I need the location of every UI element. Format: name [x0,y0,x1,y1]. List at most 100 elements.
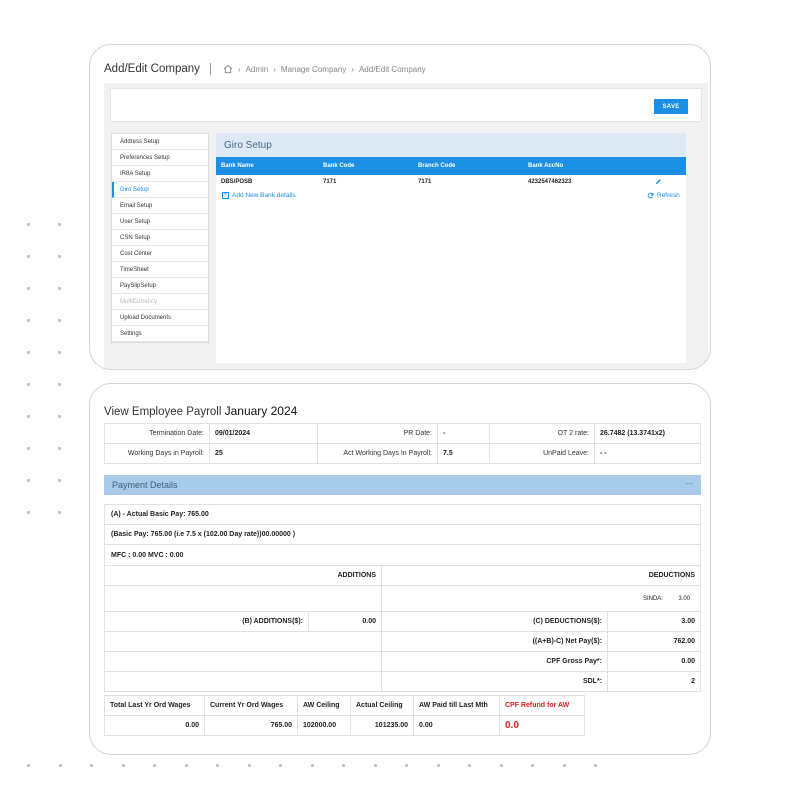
unpaid-leave-value: - - [594,443,701,464]
giro-table-header: Bank Name Bank Code Branch Code Bank Acc… [216,157,686,175]
decorative-dot [531,764,534,767]
sidebar-item-multicurrency: MultiCurrency [112,294,208,310]
pr-date-value: - [437,423,490,444]
sidebar-item-cost-center[interactable]: Cost Center [112,246,208,262]
decorative-dot [27,511,30,514]
refresh-label: Refresh [657,192,680,199]
termination-date-value: 09/01/2024 [209,423,318,444]
payment-details-header[interactable]: Payment Details — [104,475,701,495]
sinda-label: SINDA: [642,595,663,602]
mfc-mvc-line: MFC : 0.00 MVC : 0.00 [111,551,184,559]
sidebar-item-address-setup[interactable]: Address Setup [112,134,208,150]
refresh-icon [647,192,654,199]
actual-basic-pay: (A) - Actual Basic Pay: 765.00 [105,505,700,525]
col-branch-code: Branch Code [418,163,456,169]
sidebar-item-upload-documents[interactable]: Upload Documents [112,310,208,326]
decorative-dot [468,764,471,767]
decorative-dot [58,223,61,226]
decorative-dot [27,255,30,258]
sidebar-item-ir8a-setup[interactable]: IR8A Setup [112,166,208,182]
decorative-dot [58,764,62,767]
actual-ceiling-value: 101235.00 [350,715,414,736]
payroll-title-prefix: View Employee Payroll [104,406,222,418]
sidebar-item-csn-setup[interactable]: CSN Setup [112,230,208,246]
add-bank-label: Add New Bank details [232,192,296,199]
aw-paid-header: AW Paid till Last Mth [413,695,500,716]
payroll-period: January 2024 [224,404,298,418]
pr-date-label: PR Date: [317,423,438,444]
decorative-dot [27,447,30,450]
sidebar-item-user-setup[interactable]: User Setup [112,214,208,230]
act-working-days-value: 7.5 [437,443,490,464]
unpaid-leave-label: UnPaid Leave: [489,443,595,464]
col-bank-name: Bank Name [221,163,254,169]
table-row: SINDA: 3.00 [104,585,701,612]
collapse-icon[interactable]: — [685,479,693,488]
sidebar-item-payslipsetup[interactable]: PaySlipSetup [112,278,208,294]
table-row: (B) ADDITIONS($): 0.00 (C) DEDUCTIONS($)… [104,611,701,632]
header-divider [209,63,211,75]
sidebar-item-timesheet[interactable]: TimeSheet [112,262,208,278]
decorative-dot [373,764,377,767]
empty-cell [104,671,382,692]
aw-ceiling-value: 102000.00 [297,715,351,736]
decorative-dot [562,764,566,767]
decorative-dot [594,764,597,767]
deduction-item-sinda: SINDA: 3.00 [381,585,701,612]
b-additions-label: (B) ADDITIONS($): [104,611,309,632]
sidebar-item-giro-setup[interactable]: Giro Setup [112,182,208,198]
sidebar-item-settings[interactable]: Settings [112,326,208,342]
bank-name-cell: DBS/POSB [221,179,253,185]
ot2-rate-value: 26.7482 (13.3741x2) [594,423,701,444]
giro-setup-panel: Giro Setup Bank Name Bank Code Branch Co… [216,133,686,363]
table-row: Termination Date: 09/01/2024 PR Date: - … [104,423,701,444]
breadcrumb-manage-company[interactable]: Manage Company [281,65,346,74]
table-row: Total Last Yr Ord Wages Current Yr Ord W… [104,695,585,716]
giro-actions: + Add New Bank details Refresh [216,189,686,203]
cpf-refund-value: 0.0 [499,715,585,736]
cpf-refund-header: CPF Refund for AW [499,695,585,716]
additions-header: ADDITIONS [104,565,382,586]
sidebar-item-email-setup[interactable]: Email Setup [112,198,208,214]
cpf-gross-value: 0.00 [607,651,701,672]
decorative-dot [216,764,219,767]
save-button[interactable]: SAVE [654,99,688,114]
decorative-dot [58,287,61,290]
decorative-dot [27,223,30,226]
home-icon[interactable] [223,64,233,74]
total-last-yr-header: Total Last Yr Ord Wages [104,695,205,716]
aw-paid-value: 0.00 [413,715,500,736]
breadcrumb-admin[interactable]: Admin [246,65,269,74]
bank-code-cell: 7171 [323,179,337,185]
working-days-value: 25 [209,443,318,464]
pencil-edit-icon[interactable] [655,178,662,185]
b-additions-value: 0.00 [308,611,382,632]
decorative-dot [27,764,30,767]
plus-square-icon: + [222,192,229,199]
decorative-dot [58,447,61,450]
table-row: ADDITIONS DEDUCTIONS [104,565,701,586]
decorative-dot [90,764,93,767]
additions-items [104,585,382,612]
add-bank-link[interactable]: + Add New Bank details [222,192,296,199]
decorative-dot [58,319,61,322]
refresh-link[interactable]: Refresh [647,192,680,199]
employee-info-table: Termination Date: 09/01/2024 PR Date: - … [104,423,701,464]
sinda-value: 3.00 [678,595,690,602]
deductions-header: DEDUCTIONS [381,565,701,586]
table-row: ((A+B)-C) Net Pay($): 762.00 [104,631,701,652]
decorative-dot [27,351,30,354]
sidebar-item-preferences-setup[interactable]: Preferences Setup [112,150,208,166]
decorative-dot [184,764,188,767]
c-deductions-label: (C) DEDUCTIONS($): [381,611,608,632]
payment-details-box: (A) - Actual Basic Pay: 765.00 (Basic Pa… [104,504,701,566]
payroll-title: View Employee Payroll January 2024 [104,404,297,418]
decorative-dot [121,764,125,767]
sdl-value: 2 [607,671,701,692]
col-bank-accno: Bank AccNo [528,163,564,169]
company-setup-card: Add/Edit Company › Admin › Manage Compan… [89,44,711,370]
decorative-dot [58,255,61,258]
branch-code-cell: 7171 [418,179,432,185]
page-title: Add/Edit Company [104,63,200,75]
table-row: 0.00 765.00 102000.00 101235.00 0.00 0.0 [104,715,585,736]
